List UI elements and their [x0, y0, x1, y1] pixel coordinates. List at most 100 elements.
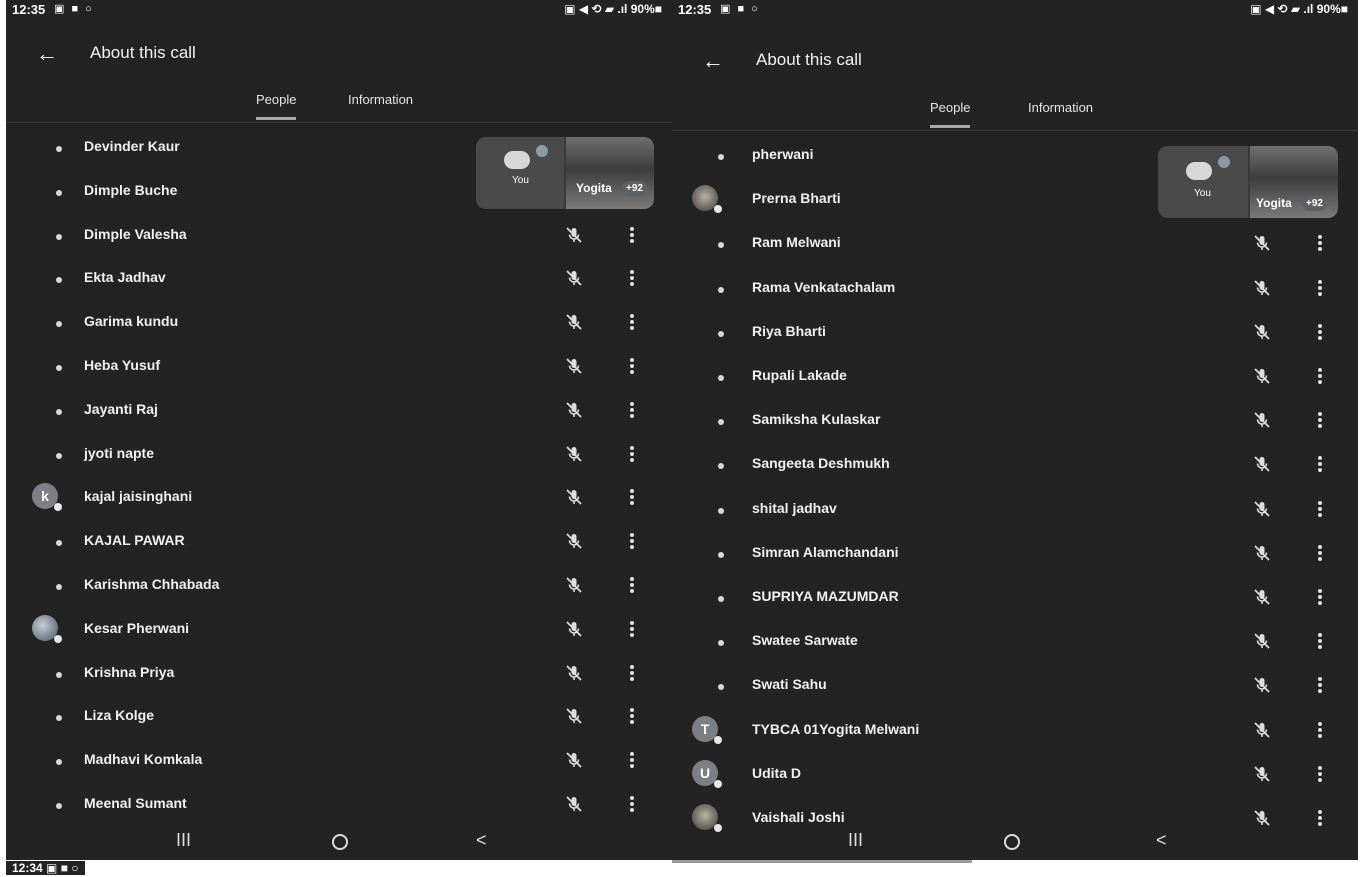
participant-row[interactable]: Krishna Priya: [6, 652, 672, 696]
more-options-icon[interactable]: [627, 619, 637, 639]
tab-bar: People Information: [6, 88, 672, 123]
participant-row[interactable]: Heba Yusuf: [6, 345, 672, 389]
more-options-icon[interactable]: [1315, 720, 1325, 740]
participant-row[interactable]: Ram Melwani: [672, 222, 1358, 266]
mic-off-icon[interactable]: [1252, 278, 1272, 298]
mic-off-icon[interactable]: [564, 750, 584, 770]
home-button[interactable]: [1004, 834, 1020, 850]
recent-apps-button[interactable]: III: [176, 830, 191, 851]
participant-row[interactable]: Kesar Pherwani: [6, 608, 672, 652]
more-options-icon[interactable]: [627, 575, 637, 595]
participant-name: jyoti napte: [84, 444, 155, 461]
mic-off-icon[interactable]: [564, 487, 584, 507]
mic-off-icon[interactable]: [564, 312, 584, 332]
mic-off-icon[interactable]: [564, 225, 584, 245]
more-options-icon[interactable]: [1315, 410, 1325, 430]
participant-row[interactable]: shital jadhav: [672, 488, 1358, 532]
mic-off-icon[interactable]: [1252, 454, 1272, 474]
participant-row[interactable]: Prerna Bharti: [672, 178, 1358, 222]
participant-row[interactable]: Liza Kolge: [6, 695, 672, 739]
participant-row[interactable]: Madhavi Komkala: [6, 739, 672, 783]
participant-row[interactable]: Jayanti Raj: [6, 389, 672, 433]
mic-off-icon[interactable]: [1252, 366, 1272, 386]
more-options-icon[interactable]: [627, 225, 637, 245]
mic-off-icon[interactable]: [564, 663, 584, 683]
tab-information[interactable]: Information: [348, 92, 413, 117]
more-options-icon[interactable]: [627, 663, 637, 683]
mic-off-icon[interactable]: [564, 356, 584, 376]
more-options-icon[interactable]: [627, 750, 637, 770]
participant-row[interactable]: Sangeeta Deshmukh: [672, 443, 1358, 487]
home-button[interactable]: [332, 834, 348, 850]
participant-row[interactable]: Simran Alamchandani: [672, 532, 1358, 576]
more-options-icon[interactable]: [1315, 233, 1325, 253]
more-options-icon[interactable]: [627, 794, 637, 814]
mic-off-icon[interactable]: [1252, 233, 1272, 253]
participant-row[interactable]: Meenal Sumant: [6, 783, 672, 827]
back-arrow-icon[interactable]: ←: [702, 48, 724, 74]
participant-row[interactable]: Garima kundu: [6, 301, 672, 345]
mic-off-icon[interactable]: [1252, 543, 1272, 563]
more-options-icon[interactable]: [627, 531, 637, 551]
more-options-icon[interactable]: [1315, 543, 1325, 563]
participant-row[interactable]: SUPRIYA MAZUMDAR: [672, 576, 1358, 620]
more-options-icon[interactable]: [1315, 631, 1325, 651]
more-options-icon[interactable]: [627, 268, 637, 288]
participant-row[interactable]: Swatee Sarwate: [672, 620, 1358, 664]
mic-off-icon[interactable]: [564, 400, 584, 420]
participant-row[interactable]: pherwani: [672, 134, 1358, 178]
mic-off-icon[interactable]: [564, 575, 584, 595]
more-options-icon[interactable]: [627, 487, 637, 507]
mic-off-icon[interactable]: [1252, 631, 1272, 651]
mic-off-icon[interactable]: [564, 794, 584, 814]
participant-row[interactable]: Devinder Kaur: [6, 126, 672, 170]
more-options-icon[interactable]: [627, 400, 637, 420]
participant-row[interactable]: Samiksha Kulaskar: [672, 399, 1358, 443]
tab-information[interactable]: Information: [1028, 100, 1093, 125]
avatar: U: [692, 759, 722, 788]
participant-row[interactable]: KAJAL PAWAR: [6, 520, 672, 564]
back-arrow-icon[interactable]: ←: [36, 41, 58, 67]
participant-row[interactable]: Rama Venkatachalam: [672, 267, 1358, 311]
mic-off-icon[interactable]: [1252, 322, 1272, 342]
nav-back-button[interactable]: <: [476, 830, 487, 851]
more-options-icon[interactable]: [1315, 587, 1325, 607]
tab-people[interactable]: People: [930, 100, 971, 128]
tab-people[interactable]: People: [256, 92, 297, 120]
recent-apps-button[interactable]: III: [848, 830, 863, 851]
more-options-icon[interactable]: [627, 312, 637, 332]
more-options-icon[interactable]: [1315, 675, 1325, 695]
mic-off-icon[interactable]: [564, 619, 584, 639]
participant-row[interactable]: Rupali Lakade: [672, 355, 1358, 399]
more-options-icon[interactable]: [1315, 322, 1325, 342]
mic-off-icon[interactable]: [1252, 675, 1272, 695]
mic-off-icon[interactable]: [564, 706, 584, 726]
more-options-icon[interactable]: [1315, 764, 1325, 784]
participant-row[interactable]: Dimple Valesha: [6, 214, 672, 258]
more-options-icon[interactable]: [1315, 278, 1325, 298]
participant-row[interactable]: Riya Bharti: [672, 311, 1358, 355]
mic-off-icon[interactable]: [1252, 720, 1272, 740]
nav-back-button[interactable]: <: [1156, 830, 1167, 851]
participant-row[interactable]: jyoti napte: [6, 433, 672, 477]
mic-off-icon[interactable]: [1252, 587, 1272, 607]
participant-row[interactable]: Dimple Buche: [6, 170, 672, 214]
participant-row[interactable]: T TYBCA 01Yogita Melwani: [672, 709, 1358, 753]
more-options-icon[interactable]: [627, 356, 637, 376]
mic-off-icon[interactable]: [1252, 764, 1272, 784]
mic-off-icon[interactable]: [564, 444, 584, 464]
mic-off-icon[interactable]: [1252, 499, 1272, 519]
participant-row[interactable]: k kajal jaisinghani: [6, 476, 672, 520]
mic-off-icon[interactable]: [564, 531, 584, 551]
mic-off-icon[interactable]: [1252, 410, 1272, 430]
participant-row[interactable]: Karishma Chhabada: [6, 564, 672, 608]
more-options-icon[interactable]: [627, 706, 637, 726]
participant-row[interactable]: Ekta Jadhav: [6, 257, 672, 301]
mic-off-icon[interactable]: [564, 268, 584, 288]
more-options-icon[interactable]: [1315, 366, 1325, 386]
more-options-icon[interactable]: [627, 444, 637, 464]
more-options-icon[interactable]: [1315, 454, 1325, 474]
participant-row[interactable]: Swati Sahu: [672, 664, 1358, 708]
more-options-icon[interactable]: [1315, 499, 1325, 519]
participant-row[interactable]: U Udita D: [672, 753, 1358, 797]
